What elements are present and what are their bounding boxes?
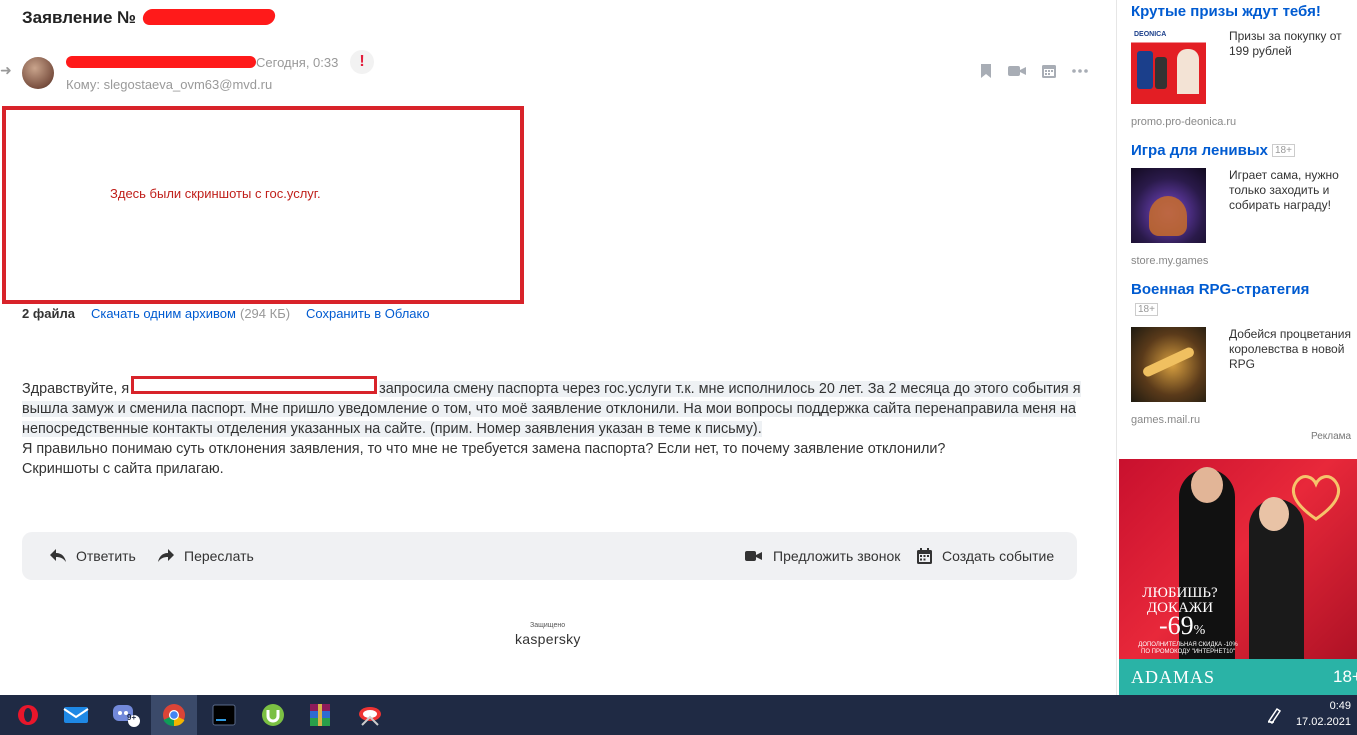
body-paragraph-3: Скриншоты с сайта прилагаю. xyxy=(22,461,224,477)
bookmark-icon[interactable] xyxy=(977,62,995,80)
attachments-count: 2 файла xyxy=(22,306,75,321)
archive-size: (294 КБ) xyxy=(240,306,291,321)
ad-1-image[interactable]: DEONICA xyxy=(1131,29,1206,104)
ad-2-age-badge: 18+ xyxy=(1272,144,1295,157)
kaspersky-logo: kaspersky xyxy=(515,631,581,647)
discord-icon[interactable]: 9+ xyxy=(103,695,149,735)
forward-label: Переслать xyxy=(184,548,254,564)
important-flag-icon[interactable]: ! xyxy=(350,50,374,74)
terminal-app-icon[interactable] xyxy=(201,695,247,735)
clock-date: 17.02.2021 xyxy=(1295,716,1351,728)
ad-3-text[interactable]: Добейся процветания королевства в новой … xyxy=(1229,327,1351,372)
to-address: slegostaeva_ovm63@mvd.ru xyxy=(103,77,273,92)
video-camera-icon xyxy=(745,551,762,561)
ad-1-title[interactable]: Крутые призы ждут тебя! xyxy=(1131,3,1321,20)
ad-3-age-badge: 18+ xyxy=(1135,303,1158,316)
system-clock[interactable]: 0:49 17.02.2021 xyxy=(1296,698,1351,730)
download-archive-link[interactable]: Скачать одним архивом xyxy=(91,306,236,321)
banner-discount-value: -69 xyxy=(1159,611,1194,640)
banner-woman-face xyxy=(1259,497,1289,531)
reply-icon xyxy=(50,549,66,562)
reply-button[interactable]: Ответить xyxy=(50,532,136,580)
banner-discount: -69% xyxy=(1159,611,1205,641)
ad-3-title[interactable]: Военная RPG-стратегия xyxy=(1131,281,1309,298)
snipping-tool-icon[interactable] xyxy=(347,695,393,735)
utorrent-icon[interactable] xyxy=(250,695,296,735)
ad-3-image[interactable] xyxy=(1131,327,1206,402)
mail-body: Здравствуйте, я запросила смену паспорта … xyxy=(22,376,1082,479)
kaspersky-protected-label: Защищено xyxy=(530,622,566,629)
clock-time: 0:49 xyxy=(1329,700,1351,712)
taskbar: 9+ 0:49 17.02.2021 xyxy=(0,695,1357,735)
screenshots-note: Здесь были скриншоты с гос.услуг. xyxy=(110,186,321,201)
redacted-number xyxy=(141,9,277,25)
adamas-banner[interactable]: ЛЮБИШЬ? ДОКАЖИ -69% ДОПОЛНИТЕЛЬНАЯ СКИДК… xyxy=(1119,459,1357,695)
video-call-icon[interactable] xyxy=(1007,62,1027,80)
mail-actions-bar: Ответить Переслать Предложить звонок Соз… xyxy=(22,532,1077,580)
banner-discount-unit: % xyxy=(1193,623,1206,638)
propose-call-label: Предложить звонок xyxy=(773,548,901,564)
mail-date: Сегодня, 0:33 xyxy=(256,55,339,70)
recipient-line: Кому: slegostaeva_ovm63@mvd.ru xyxy=(66,77,272,92)
pen-tray-icon[interactable] xyxy=(1257,695,1293,735)
to-label: Кому: xyxy=(66,77,100,92)
ad-3-domain[interactable]: games.mail.ru xyxy=(1131,414,1200,426)
body-paragraph-1: Здравствуйте, я запросила смену паспорта … xyxy=(22,376,1082,439)
body-greeting: Здравствуйте, я xyxy=(22,381,130,397)
calendar-icon[interactable] xyxy=(1040,62,1058,80)
propose-call-button[interactable]: Предложить звонок xyxy=(745,532,900,580)
redacted-name-box xyxy=(131,376,378,394)
ad-2-title-text: Игра для ленивых xyxy=(1131,142,1268,159)
ad-2-title[interactable]: Игра для ленивых 18+ xyxy=(1131,142,1295,159)
banner-brand-bar: ADAMAS 18+ xyxy=(1119,659,1357,695)
redacted-sender xyxy=(66,56,256,68)
ad-2-domain[interactable]: store.my.games xyxy=(1131,255,1208,267)
reply-label: Ответить xyxy=(76,548,136,564)
ad-1-text[interactable]: Призы за покупку от 199 рублей xyxy=(1229,29,1351,59)
banner-age: 18+ xyxy=(1333,667,1357,686)
create-event-button[interactable]: Создать событие xyxy=(917,532,1054,580)
heart-decoration-icon xyxy=(1289,469,1344,524)
forward-icon xyxy=(158,549,174,562)
body-paragraph-2: Я правильно понимаю суть отклонения заяв… xyxy=(22,441,946,457)
create-event-label: Создать событие xyxy=(942,548,1055,564)
mail-subject: Заявление № xyxy=(22,8,277,28)
save-to-cloud-link[interactable]: Сохранить в Облако xyxy=(306,306,430,321)
screenshots-placeholder xyxy=(2,106,524,304)
ads-divider xyxy=(1116,0,1117,695)
ad-2-text[interactable]: Играет сама, нужно только заходить и соб… xyxy=(1229,168,1351,213)
mail-app-icon[interactable] xyxy=(53,695,99,735)
banner-promo-text: ДОПОЛНИТЕЛЬНАЯ СКИДКА -10% ПО ПРОМОКОДУ … xyxy=(1138,642,1238,655)
more-options-icon[interactable] xyxy=(1071,62,1089,80)
sender-avatar[interactable] xyxy=(22,57,54,89)
forward-button[interactable]: Переслать xyxy=(158,532,254,580)
discord-badge: 9+ xyxy=(127,713,137,722)
opera-icon[interactable] xyxy=(5,695,51,735)
banner-man-face xyxy=(1191,467,1223,503)
ads-label: Реклама xyxy=(1311,431,1352,442)
back-arrow-icon[interactable]: ➜ xyxy=(0,62,12,79)
ad-2-image[interactable] xyxy=(1131,168,1206,243)
banner-brand: ADAMAS xyxy=(1131,667,1216,687)
calendar-event-icon xyxy=(917,548,932,564)
subject-text: Заявление № xyxy=(22,8,137,27)
chrome-icon[interactable] xyxy=(151,695,197,735)
ad-1-domain[interactable]: promo.pro-deonica.ru xyxy=(1131,116,1236,128)
winrar-icon[interactable] xyxy=(297,695,343,735)
